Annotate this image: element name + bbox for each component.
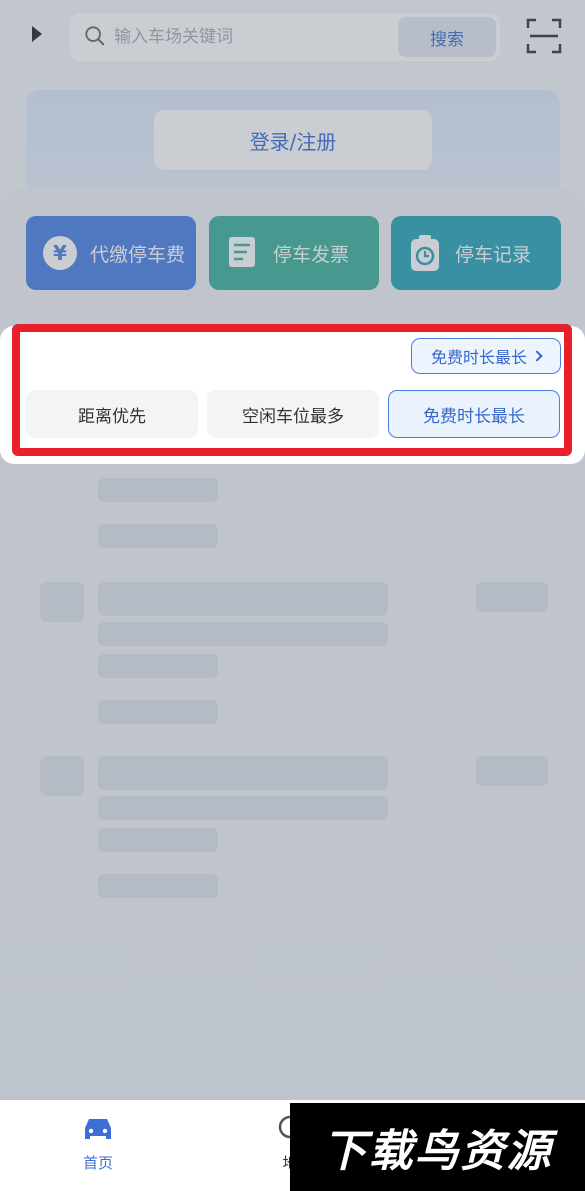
watermark-logo: 下载鸟资源 xyxy=(290,1103,585,1191)
car-icon xyxy=(85,1119,111,1139)
highlight-frame xyxy=(12,324,572,456)
tab-home-label: 首页 xyxy=(82,1154,113,1172)
modal-dim-overlay[interactable] xyxy=(0,0,585,1100)
watermark-text: 下载鸟资源 xyxy=(322,1126,553,1177)
tab-home[interactable]: 首页 xyxy=(58,1114,138,1173)
